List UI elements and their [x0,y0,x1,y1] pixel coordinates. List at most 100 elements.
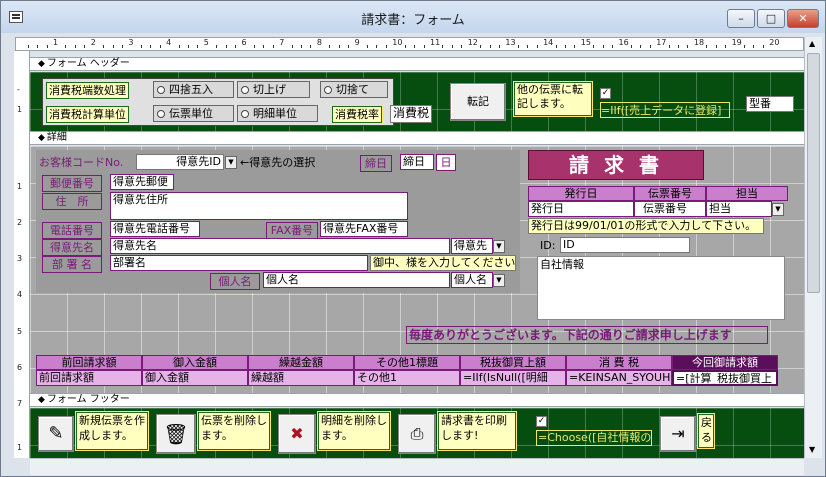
delete-detail-button[interactable]: ✖ [278,414,316,454]
fax-label: FAX番号 [266,222,318,239]
ruler-mark: 1 [17,105,23,114]
new-slip-button[interactable]: ✎ [38,416,74,452]
scroll-thumb[interactable] [807,53,820,293]
phone-field[interactable]: 得意先電話番号 [110,221,200,237]
ruler-tick [640,45,642,48]
ruler-tick [414,45,416,48]
ruler-tick [74,45,76,48]
exit-door-icon: ⇥ [671,424,685,443]
maximize-button[interactable]: □ [757,9,785,28]
fax-field[interactable]: 得意先FAX番号 [320,221,408,237]
company-info-box[interactable]: 自社情報 [537,256,785,320]
ruler-mark: 18 [693,38,705,47]
staff-dropdown-icon[interactable]: ▼ [772,203,784,216]
customer-id-field[interactable]: 得意先ID [136,154,224,170]
choose-expression[interactable]: =Choose([自社情報の [536,430,652,446]
ruler-mark: 6 [241,38,247,47]
ruler-tick [612,45,613,48]
summary-header: その他1標題 [354,355,460,370]
ruler-tick [744,45,745,48]
ruler-tick [121,45,123,48]
option-label: 切上げ [253,83,286,96]
section-label: フォーム ヘッダー [46,58,130,69]
postal-field[interactable]: 得意先郵便 [110,174,174,190]
summary-header: 今回御請求額 [672,355,778,370]
ruler-tick [498,45,500,48]
summary-header: 前回請求額 [36,355,142,370]
address-label: 住 所 [42,193,102,210]
access-window: 請求書：フォーム – □ ✕ 1 2 3 4 5 6 7 8 9 10 11 12 13 14 15 16 17… [0,0,826,477]
tax-rate-field[interactable]: 消費税 [390,105,432,123]
summary-value[interactable]: 御入金額 [142,370,248,386]
dept-field[interactable]: 部署名 [110,255,368,271]
customer-name-dropdown-icon[interactable]: ▼ [493,240,505,253]
minimize-button[interactable]: – [727,9,755,28]
transfer-button[interactable]: 転記 [450,83,506,121]
id-field[interactable]: ID [560,237,690,253]
person-dropdown-icon[interactable]: ▼ [493,274,505,287]
option-ceil[interactable]: 切上げ [237,81,310,98]
option-detail-unit[interactable]: 明細単位 [237,105,318,122]
ruler-tick [762,45,764,48]
transfer-checkbox[interactable]: ✓ [600,88,611,99]
print-button[interactable]: ⎙ [398,414,436,454]
customer-name-combo[interactable]: 得意先 [451,238,493,254]
horizontal-scrollbar[interactable] [30,458,804,475]
person-combo[interactable]: 個人名 [451,272,493,288]
company-info-checkbox[interactable]: ✓ [536,416,547,427]
ruler-mark: 7 [279,38,285,47]
summary-value[interactable]: その他1 [354,370,460,386]
option-round[interactable]: 四捨五入 [153,81,234,98]
ruler-tick [216,45,218,48]
closing-field[interactable]: 締日 [400,154,434,170]
vertical-ruler: - 1 1 2 3 4 5 6 7 1 [14,51,30,458]
ruler-mark: 3 [128,38,134,47]
slip-no-field[interactable]: 伝票番号 [634,201,706,217]
customer-dropdown-icon[interactable]: ▼ [225,156,237,169]
ruler-mark: 13 [505,38,516,47]
customer-name-field[interactable]: 得意先名 [110,238,450,254]
person-field[interactable]: 個人名 [263,272,450,288]
radio-icon [241,86,249,94]
address-field[interactable]: 得意先住所 [110,192,408,220]
summary-value[interactable]: =[計算_税抜御買上 [672,370,778,386]
scroll-up-icon[interactable]: ▲ [809,39,815,48]
ruler-tick [37,45,39,48]
delete-slip-button[interactable]: 🗑 [156,414,196,454]
ruler-tick [725,45,727,48]
section-bar-detail[interactable]: ◆ 詳細 [30,131,804,145]
option-floor[interactable]: 切捨て [320,81,388,98]
type-field[interactable]: 型番 [746,96,794,112]
section-bar-header[interactable]: ◆ フォーム ヘッダー [30,57,804,71]
ruler-tick [46,45,48,48]
dept-label: 部 署 名 [42,256,102,273]
option-slip-unit[interactable]: 伝票単位 [153,105,234,122]
ruler-tick [649,45,651,48]
ruler-tick [442,45,444,48]
issue-date-field[interactable]: 発行日 [528,201,634,217]
transfer-expression[interactable]: =IIf([売上データに登録] [600,102,730,118]
summary-value[interactable]: =IIf(IsNull([明細 [460,370,566,386]
ruler-tick [715,45,717,48]
exit-button[interactable]: ⇥ [660,416,696,452]
staff-field[interactable]: 担当 [706,201,772,217]
vertical-scrollbar[interactable]: ▲ ▼ [804,37,822,458]
summary-value[interactable]: =KEINSAN_SYOUHIZE [566,370,672,386]
ruler-tick [197,45,199,48]
footer-section: ✎ 新規伝票を作成します。 🗑 伝票を削除します。 ✖ 明細を削除します。 ⎙ … [30,408,804,458]
slip-no-header: 伝票番号 [634,186,706,201]
ruler-mark: 11 [430,38,441,47]
rounding-label: 消費税端数処理 [45,81,130,100]
section-bar-footer[interactable]: ◆ フォーム フッター [30,393,804,407]
ruler-mark: 5 [17,327,23,336]
tax-rate-label: 消費税率 [331,105,383,124]
printer-icon: ⎙ [410,424,424,443]
option-label: 明細単位 [253,107,297,120]
scroll-down-icon[interactable]: ▼ [809,445,815,454]
ruler-mark: 2 [90,38,96,47]
close-button[interactable]: ✕ [787,9,819,28]
ruler-tick [159,45,161,48]
summary-value[interactable]: 繰越額 [248,370,354,386]
summary-value[interactable]: 前回請求額 [36,370,142,386]
ruler-tick [150,45,152,48]
